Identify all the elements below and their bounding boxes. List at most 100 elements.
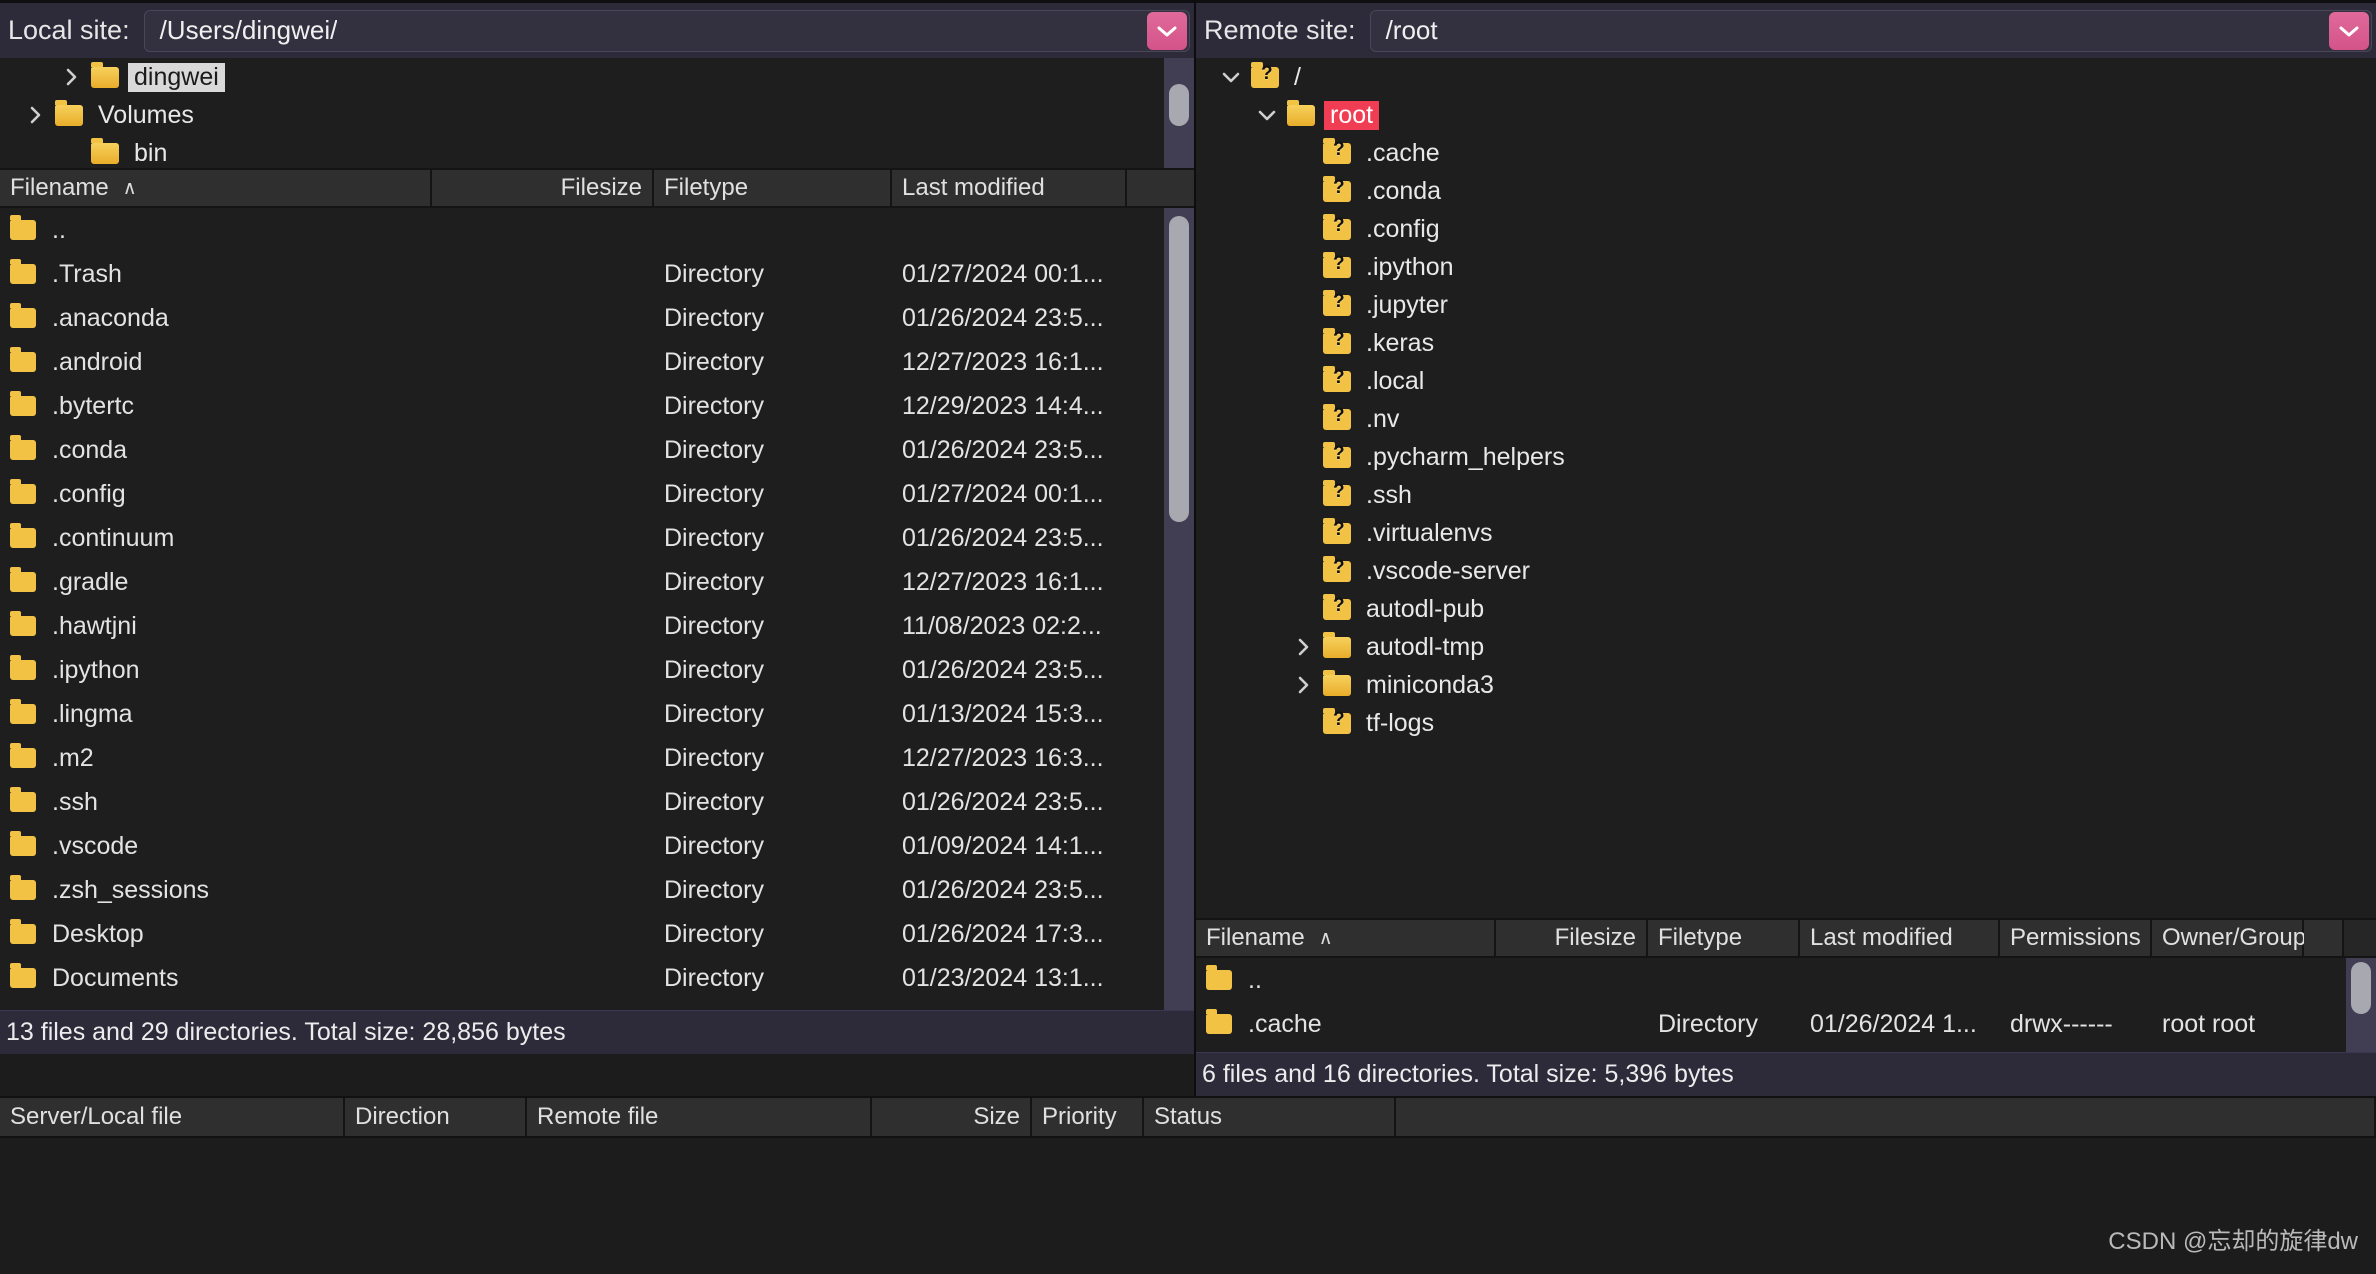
local-status-text: 13 files and 29 directories. Total size:…: [6, 1018, 566, 1047]
local-tree-item[interactable]: bin: [0, 134, 1194, 168]
local-file-list-header[interactable]: Filename∧Filesize Filetype Last modified: [0, 168, 1194, 208]
table-row[interactable]: .hawtjniDirectory11/08/2023 02:2...: [0, 604, 1194, 648]
local-column-header-filename[interactable]: Filename∧: [0, 170, 432, 206]
chevron-down-icon[interactable]: [1250, 96, 1284, 134]
chevron-down-icon[interactable]: [1214, 58, 1248, 96]
remote-file-list[interactable]: ...cacheDirectory01/26/2024 1...drwx----…: [1196, 958, 2376, 1052]
chevron-right-icon[interactable]: [1286, 666, 1320, 704]
remote-column-header-filesize[interactable]: Filesize: [1496, 920, 1648, 956]
cell-type: Directory: [654, 348, 892, 377]
folder-unknown-icon: ?: [1320, 172, 1354, 210]
remote-tree-item[interactable]: ?.virtualenvs: [1196, 514, 2376, 552]
remote-list-scrollbar[interactable]: [2346, 958, 2376, 1052]
remote-tree-item[interactable]: ?.conda: [1196, 172, 2376, 210]
table-row[interactable]: .androidDirectory12/27/2023 16:1...: [0, 340, 1194, 384]
remote-tree-item[interactable]: autodl-tmp: [1196, 628, 2376, 666]
folder-unknown-icon: ?: [1320, 134, 1354, 172]
table-row[interactable]: .condaDirectory01/26/2024 23:5...: [0, 428, 1194, 472]
remote-column-header-filetype[interactable]: Filetype: [1648, 920, 1800, 956]
local-column-header-filetype[interactable]: Filetype: [654, 170, 892, 206]
local-site-path[interactable]: /Users/dingwei/: [145, 15, 338, 46]
table-row[interactable]: .sshDirectory01/26/2024 23:5...: [0, 780, 1194, 824]
local-file-list[interactable]: ...TrashDirectory01/27/2024 00:1....anac…: [0, 208, 1194, 1010]
table-row[interactable]: .gradleDirectory12/27/2023 16:1...: [0, 560, 1194, 604]
remote-site-path[interactable]: /root: [1371, 15, 1438, 46]
table-row[interactable]: ..: [0, 208, 1194, 252]
remote-column-header-owner-group[interactable]: Owner/Group: [2152, 920, 2304, 956]
local-column-header-last-modified[interactable]: Last modified: [892, 170, 1127, 206]
remote-tree-item[interactable]: ?.ipython: [1196, 248, 2376, 286]
column-header-label: Remote file: [537, 1103, 658, 1131]
remote-file-list-header[interactable]: Filename∧FilesizeFiletypeLast modifiedPe…: [1196, 918, 2376, 958]
queue-column-header-priority[interactable]: Priority: [1032, 1098, 1144, 1136]
cell-type: Directory: [654, 700, 892, 729]
remote-column-header-permissions[interactable]: Permissions: [2000, 920, 2152, 956]
remote-tree-item-label: .pycharm_helpers: [1360, 443, 1571, 472]
remote-tree-item[interactable]: root: [1196, 96, 2376, 134]
cell-name: .gradle: [0, 560, 432, 604]
queue-column-header-remote-file[interactable]: Remote file: [527, 1098, 872, 1136]
table-row[interactable]: DocumentsDirectory01/23/2024 13:1...: [0, 956, 1194, 1000]
chevron-right-icon[interactable]: [54, 58, 88, 96]
remote-site-dropdown-chevron-down-icon[interactable]: [2329, 12, 2369, 50]
table-row[interactable]: ..: [1196, 958, 2376, 1002]
local-column-header-filesize[interactable]: Filesize: [432, 170, 654, 206]
chevron-right-icon[interactable]: [1286, 628, 1320, 666]
remote-tree-item[interactable]: ?.local: [1196, 362, 2376, 400]
table-row[interactable]: .continuumDirectory01/26/2024 23:5...: [0, 516, 1194, 560]
table-row[interactable]: .cacheDirectory01/26/2024 1...drwx------…: [1196, 1002, 2376, 1046]
column-header-label: Priority: [1042, 1103, 1117, 1131]
chevron-right-icon[interactable]: [18, 96, 52, 134]
table-row[interactable]: .vscodeDirectory01/09/2024 14:1...: [0, 824, 1194, 868]
remote-column-header-blank[interactable]: [2304, 920, 2344, 956]
cell-text: .hawtjni: [52, 612, 137, 641]
table-row[interactable]: .lingmaDirectory01/13/2024 15:3...: [0, 692, 1194, 736]
table-row[interactable]: .TrashDirectory01/27/2024 00:1...: [0, 252, 1194, 296]
local-site-combo[interactable]: /Users/dingwei/: [144, 10, 1190, 52]
local-site-label: Local site:: [4, 15, 144, 46]
transfer-queue-header[interactable]: Server/Local fileDirection Remote file Siz…: [0, 1096, 2376, 1138]
column-header-label: Filetype: [664, 174, 748, 202]
table-row[interactable]: .zsh_sessionsDirectory01/26/2024 23:5...: [0, 868, 1194, 912]
table-row[interactable]: .configDirectory01/27/2024 00:1...: [0, 472, 1194, 516]
remote-tree-item[interactable]: ?/: [1196, 58, 2376, 96]
remote-column-header-last-modified[interactable]: Last modified: [1800, 920, 2000, 956]
remote-tree-item[interactable]: ?.cache: [1196, 134, 2376, 172]
local-tree-scrollbar[interactable]: [1164, 58, 1194, 168]
queue-column-header-blank[interactable]: [1396, 1098, 2376, 1136]
queue-column-header-server-local-file[interactable]: Server/Local file: [0, 1098, 345, 1136]
remote-tree-item[interactable]: miniconda3: [1196, 666, 2376, 704]
remote-tree-item-label: .config: [1360, 215, 1446, 244]
folder-icon: [1206, 1002, 1236, 1046]
local-tree-item[interactable]: Volumes: [0, 96, 1194, 134]
twisty-spacer: [1286, 362, 1320, 400]
local-site-dropdown-chevron-down-icon[interactable]: [1147, 12, 1187, 50]
remote-site-combo[interactable]: /root: [1370, 10, 2372, 52]
table-row[interactable]: .ipythonDirectory01/26/2024 23:5...: [0, 648, 1194, 692]
table-row[interactable]: .condaDirectory04/08/2022 1...drwxr-xr-x…: [1196, 1046, 2376, 1052]
remote-tree-item[interactable]: ?.ssh: [1196, 476, 2376, 514]
local-column-header-blank[interactable]: [1127, 170, 1194, 206]
queue-column-header-direction[interactable]: Direction: [345, 1098, 527, 1136]
remote-tree-item[interactable]: ?.keras: [1196, 324, 2376, 362]
transfer-queue-body[interactable]: [0, 1138, 2376, 1272]
local-list-scrollbar[interactable]: [1164, 208, 1194, 1010]
cell-text: .anaconda: [52, 304, 169, 333]
remote-tree-item[interactable]: ?.nv: [1196, 400, 2376, 438]
table-row[interactable]: DesktopDirectory01/26/2024 17:3...: [0, 912, 1194, 956]
remote-tree-item[interactable]: ?.vscode-server: [1196, 552, 2376, 590]
queue-column-header-size[interactable]: Size: [872, 1098, 1032, 1136]
remote-directory-tree[interactable]: ?/root?.cache?.conda?.config?.ipython?.j…: [1196, 58, 2376, 918]
table-row[interactable]: .anacondaDirectory01/26/2024 23:5...: [0, 296, 1194, 340]
local-tree-item[interactable]: dingwei: [0, 58, 1194, 96]
table-row[interactable]: .bytertcDirectory12/29/2023 14:4...: [0, 384, 1194, 428]
remote-tree-item[interactable]: ?tf-logs: [1196, 704, 2376, 742]
remote-tree-item[interactable]: ?autodl-pub: [1196, 590, 2376, 628]
remote-tree-item[interactable]: ?.jupyter: [1196, 286, 2376, 324]
queue-column-header-status[interactable]: Status: [1144, 1098, 1396, 1136]
remote-column-header-filename[interactable]: Filename∧: [1196, 920, 1496, 956]
remote-tree-item[interactable]: ?.pycharm_helpers: [1196, 438, 2376, 476]
table-row[interactable]: .m2Directory12/27/2023 16:3...: [0, 736, 1194, 780]
local-directory-tree[interactable]: dingweiVolumesbincores: [0, 58, 1194, 168]
remote-tree-item[interactable]: ?.config: [1196, 210, 2376, 248]
